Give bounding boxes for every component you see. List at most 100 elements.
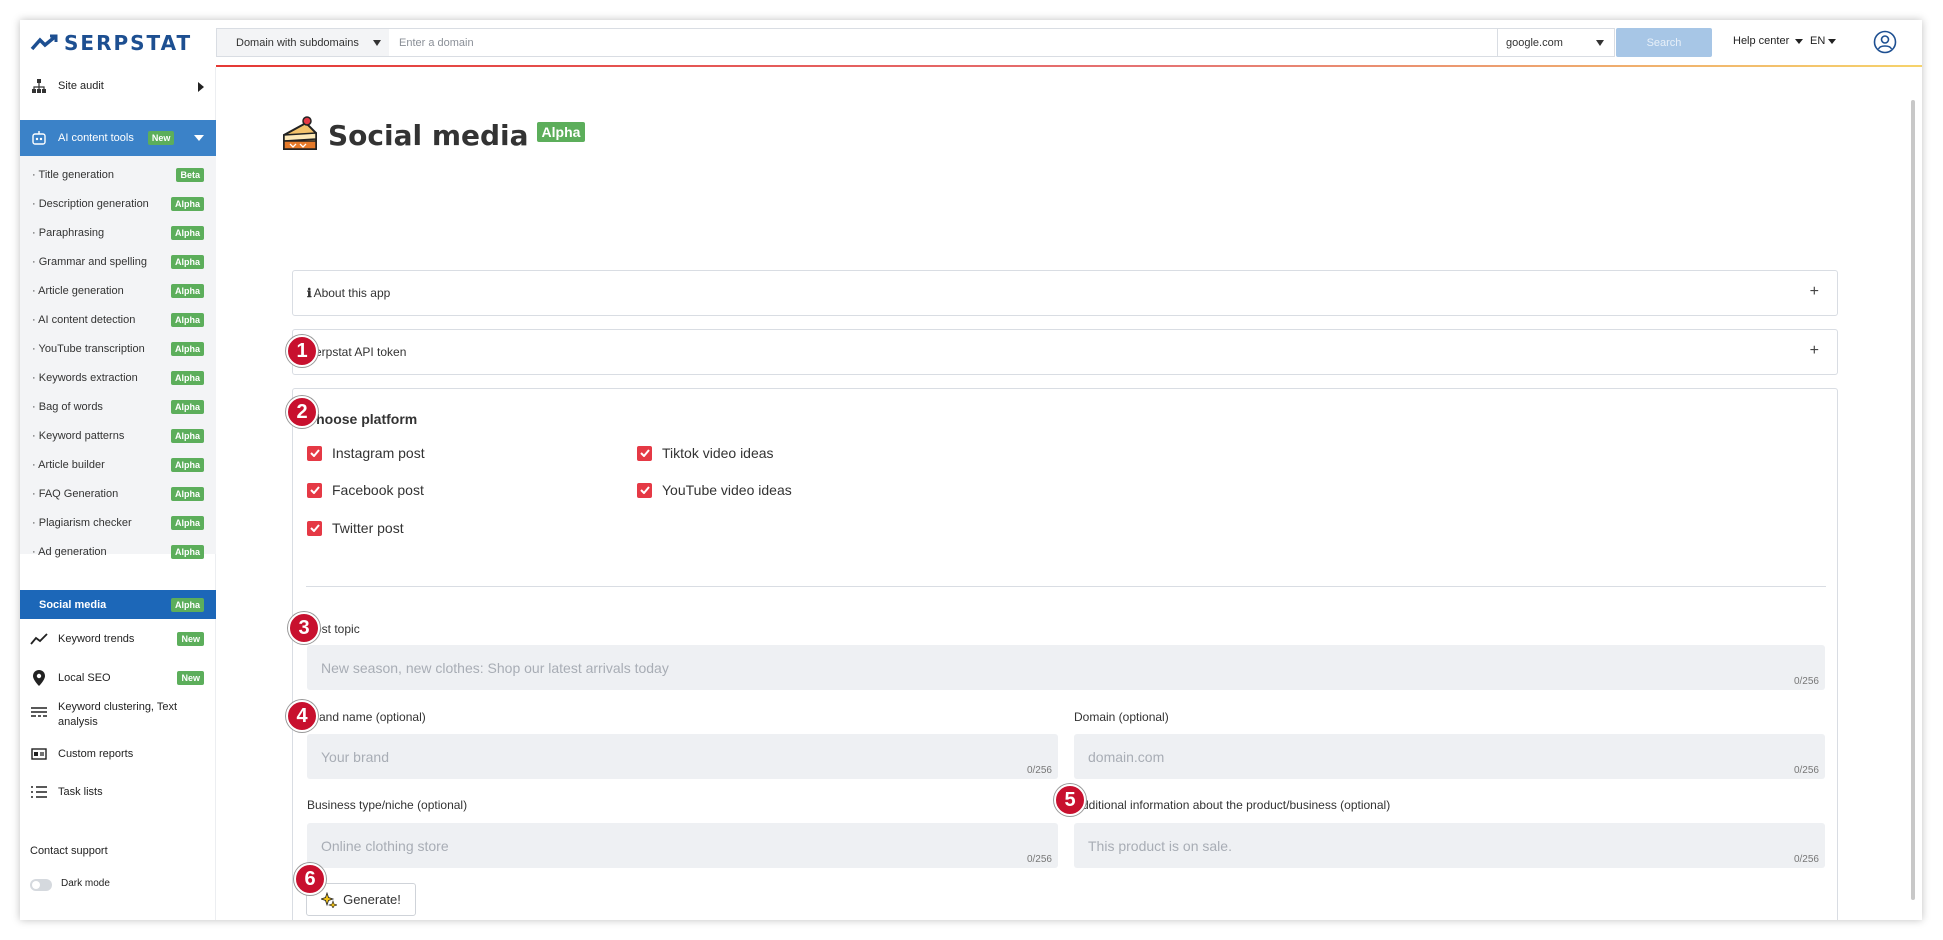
sidebar-item-ai-content-detection[interactable]: · AI content detection Alpha xyxy=(20,305,216,334)
char-counter: 0/256 xyxy=(1793,765,1819,776)
page-title-text: Social media xyxy=(328,118,529,152)
platform-checkbox-twitter[interactable]: Twitter post xyxy=(307,520,404,536)
contact-support-link[interactable]: Contact support xyxy=(30,845,108,857)
sidebar-item-ad-generation[interactable]: · Ad generation Alpha xyxy=(20,537,216,566)
status-badge: Alpha xyxy=(170,428,204,443)
chevron-down-icon xyxy=(1596,40,1604,46)
sidebar-item-bag-of-words[interactable]: · Bag of words Alpha xyxy=(20,392,216,421)
sidebar-item-label: Social media xyxy=(39,598,107,611)
checkbox-checked-icon xyxy=(307,482,322,498)
api-token-panel[interactable]: Serpstat API token + xyxy=(292,329,1838,375)
user-account-icon[interactable] xyxy=(1873,30,1897,54)
post-topic-placeholder: New season, new clothes: Shop our latest… xyxy=(321,659,669,676)
checkbox-label: Tiktok video ideas xyxy=(662,445,774,461)
domain-field[interactable]: domain.com 0/256 xyxy=(1074,734,1825,779)
sidebar-item-task-lists[interactable]: Task lists xyxy=(20,778,216,806)
chevron-down-icon xyxy=(373,40,381,46)
language-menu[interactable]: EN xyxy=(1810,35,1837,47)
sidebar-item-label: AI content tools xyxy=(58,132,134,144)
about-app-header[interactable]: ℹ About this app + xyxy=(293,271,1837,315)
checkbox-label: Twitter post xyxy=(332,520,404,536)
domain-placeholder: domain.com xyxy=(1088,748,1165,765)
status-badge: Alpha xyxy=(170,515,204,530)
post-topic-input[interactable]: New season, new clothes: Shop our latest… xyxy=(307,645,1825,690)
sidebar-item-keywords-extraction[interactable]: · Keywords extraction Alpha xyxy=(20,363,216,392)
business-type-label: Business type/niche (optional) xyxy=(307,798,468,812)
business-type-placeholder: Online clothing store xyxy=(321,837,449,854)
about-app-panel[interactable]: ℹ About this app + xyxy=(292,270,1838,316)
trend-line-icon xyxy=(30,630,48,648)
help-center-menu[interactable]: Help center xyxy=(1733,35,1804,47)
step-marker-3: 3 xyxy=(288,612,320,644)
sidebar-item-custom-reports[interactable]: Custom reports xyxy=(20,740,216,768)
business-type-input[interactable]: Online clothing store 0/256 xyxy=(307,823,1058,868)
search-engine-value: google.com xyxy=(1506,36,1563,49)
expand-plus-icon[interactable]: + xyxy=(1810,342,1819,360)
domain-mode-label: Domain with subdomains xyxy=(236,36,359,49)
sidebar-item-label: Keyword clustering, Text analysis xyxy=(58,701,178,728)
sidebar-item-faq-generation[interactable]: · FAQ Generation Alpha xyxy=(20,479,216,508)
char-counter: 0/256 xyxy=(1026,765,1052,776)
sidebar-item-social-media[interactable]: Social media Alpha xyxy=(20,590,216,619)
sidebar-item-label: Local SEO xyxy=(58,672,111,684)
language-label: EN xyxy=(1810,35,1826,47)
status-badge: Alpha xyxy=(536,122,586,142)
vertical-scrollbar[interactable] xyxy=(1911,100,1915,900)
sidebar-item-keyword-clustering[interactable]: Keyword clustering, Text analysis xyxy=(20,700,216,734)
chevron-down-icon xyxy=(194,135,204,141)
domain-label: Domain (optional) xyxy=(1074,710,1169,724)
sidebar-item-label: · Paraphrasing xyxy=(32,226,105,239)
status-badge: Alpha xyxy=(170,312,204,327)
app-window: SERPSTAT Domain with subdomains Enter a … xyxy=(20,20,1922,920)
sidebar-item-keyword-patterns[interactable]: · Keyword patterns Alpha xyxy=(20,421,216,450)
sidebar-item-label: Site audit xyxy=(58,80,104,92)
platform-checkbox-youtube[interactable]: YouTube video ideas xyxy=(637,482,792,498)
sidebar-item-article-generation[interactable]: · Article generation Alpha xyxy=(20,276,216,305)
sidebar-item-ai-content-tools[interactable]: AI content tools New xyxy=(20,120,216,156)
cake-icon xyxy=(283,116,317,150)
status-badge: Alpha xyxy=(170,196,204,211)
checkbox-checked-icon xyxy=(307,445,322,461)
brand-name-placeholder: Your brand xyxy=(321,748,389,765)
api-token-header[interactable]: Serpstat API token + xyxy=(293,330,1837,374)
new-badge: New xyxy=(177,671,204,685)
status-badge: Alpha xyxy=(170,370,204,385)
checkbox-label: YouTube video ideas xyxy=(662,482,792,498)
additional-info-input[interactable]: This product is on sale. 0/256 xyxy=(1074,823,1825,868)
list-icon xyxy=(30,783,48,801)
sidebar-item-grammar-and-spelling[interactable]: · Grammar and spelling Alpha xyxy=(20,247,216,276)
sidebar-item-local-seo[interactable]: Local SEO New xyxy=(20,664,216,692)
serpstat-logo[interactable]: SERPSTAT xyxy=(30,31,192,55)
sidebar-item-keyword-trends[interactable]: Keyword trends New xyxy=(20,625,216,653)
help-center-label: Help center xyxy=(1733,35,1790,47)
search-engine-select[interactable]: google.com xyxy=(1497,28,1615,57)
status-badge: Alpha xyxy=(170,225,204,240)
main-content: Social media Alpha ℹ About this app + Se… xyxy=(216,67,1911,920)
sidebar-item-paraphrasing[interactable]: · Paraphrasing Alpha xyxy=(20,218,216,247)
caret-down-icon xyxy=(1795,38,1804,44)
domain-mode-select[interactable]: Domain with subdomains xyxy=(216,28,390,57)
domain-input[interactable]: Enter a domain xyxy=(389,28,1498,57)
chevron-right-icon xyxy=(198,82,204,92)
brand-name-input[interactable]: Your brand 0/256 xyxy=(307,734,1058,779)
checkbox-checked-icon xyxy=(307,520,322,536)
platform-checkbox-instagram[interactable]: Instagram post xyxy=(307,445,425,461)
expand-plus-icon[interactable]: + xyxy=(1810,283,1819,301)
sidebar-item-plagiarism-checker[interactable]: · Plagiarism checker Alpha xyxy=(20,508,216,537)
search-button[interactable]: Search xyxy=(1616,28,1712,57)
brand-name-label: Brand name (optional) xyxy=(307,710,426,724)
sidebar-item-youtube-transcription[interactable]: · YouTube transcription Alpha xyxy=(20,334,216,363)
additional-info-placeholder: This product is on sale. xyxy=(1088,837,1232,854)
status-badge: Alpha xyxy=(170,486,204,501)
sidebar-item-title-generation[interactable]: · Title generation Beta xyxy=(20,160,216,189)
sidebar-item-description-generation[interactable]: · Description generation Alpha xyxy=(20,189,216,218)
platform-checkbox-facebook[interactable]: Facebook post xyxy=(307,482,424,498)
sidebar-item-label: Task lists xyxy=(58,786,103,798)
platform-checkbox-tiktok[interactable]: Tiktok video ideas xyxy=(637,445,774,461)
sidebar-item-article-builder[interactable]: · Article builder Alpha xyxy=(20,450,216,479)
dark-mode-label: Dark mode xyxy=(61,878,110,889)
dark-mode-toggle[interactable] xyxy=(30,879,52,891)
status-badge: Beta xyxy=(176,167,204,182)
sidebar-item-label: · Keyword patterns xyxy=(32,429,125,442)
sidebar-item-site-audit[interactable]: Site audit xyxy=(20,73,216,99)
